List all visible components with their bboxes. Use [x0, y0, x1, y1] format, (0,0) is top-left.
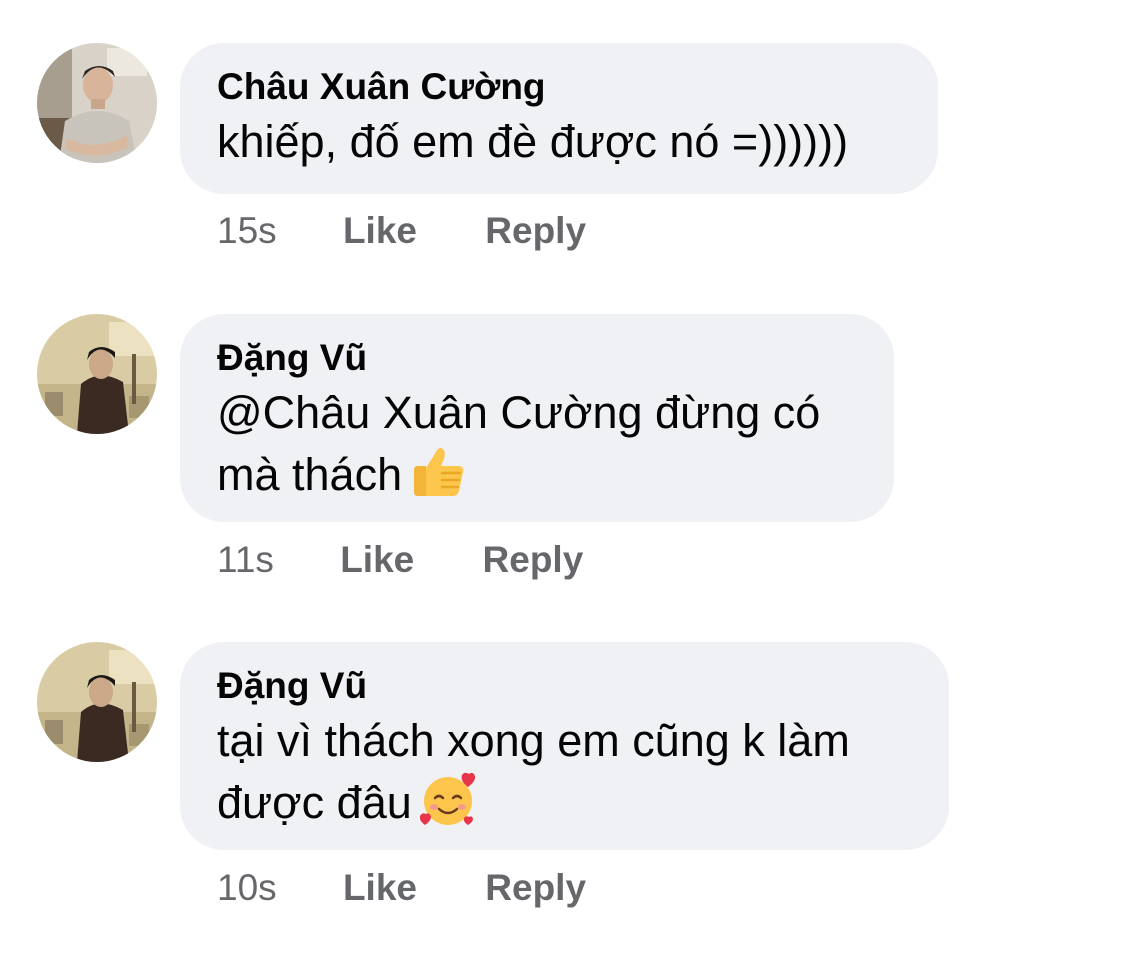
smiling-face-with-hearts-icon [418, 770, 478, 844]
comment-text-line: khiếp, đố em đè được nó =)))))) [217, 116, 849, 167]
like-button[interactable]: Like [343, 866, 417, 910]
avatar[interactable] [37, 43, 157, 163]
comment-text-line: được đâu [217, 777, 412, 828]
avatar[interactable] [37, 314, 157, 434]
comment-text-line: mà thách [217, 449, 403, 500]
like-button[interactable]: Like [340, 538, 414, 582]
avatar-photo-icon [37, 642, 157, 762]
comment-text-line: @Châu Xuân Cường đừng có [217, 387, 821, 438]
comment-author[interactable]: Đặng Vũ [217, 664, 913, 708]
comment-text: tại vì thách xong em cũng k làm được đâu [217, 712, 913, 844]
comment-text: khiếp, đố em đè được nó =)))))) [217, 113, 902, 171]
comment-bubble: Đặng Vũ tại vì thách xong em cũng k làm … [180, 642, 949, 850]
comment-text-line: tại vì thách xong em cũng k làm [217, 715, 850, 766]
comment-timestamp[interactable]: 15s [217, 209, 277, 253]
comment-timestamp[interactable]: 10s [217, 866, 277, 910]
avatar-photo-icon [37, 314, 157, 434]
comment-actions: 10s Like Reply [217, 866, 586, 910]
reply-button[interactable]: Reply [483, 538, 584, 582]
like-button[interactable]: Like [343, 209, 417, 253]
avatar-photo-icon [37, 43, 157, 163]
comment-actions: 15s Like Reply [217, 209, 586, 253]
comment-bubble: Châu Xuân Cường khiếp, đố em đè được nó … [180, 43, 938, 194]
comment-bubble: Đặng Vũ @Châu Xuân Cường đừng có mà thác… [180, 314, 894, 522]
avatar[interactable] [37, 642, 157, 762]
comment-timestamp[interactable]: 11s [217, 538, 274, 582]
reply-button[interactable]: Reply [485, 866, 586, 910]
comment-author[interactable]: Châu Xuân Cường [217, 65, 902, 109]
comment-author[interactable]: Đặng Vũ [217, 336, 858, 380]
thumbs-up-icon [408, 442, 468, 516]
comment-actions: 11s Like Reply [217, 538, 583, 582]
comment-text: @Châu Xuân Cường đừng có mà thách [217, 384, 858, 516]
reply-button[interactable]: Reply [485, 209, 586, 253]
